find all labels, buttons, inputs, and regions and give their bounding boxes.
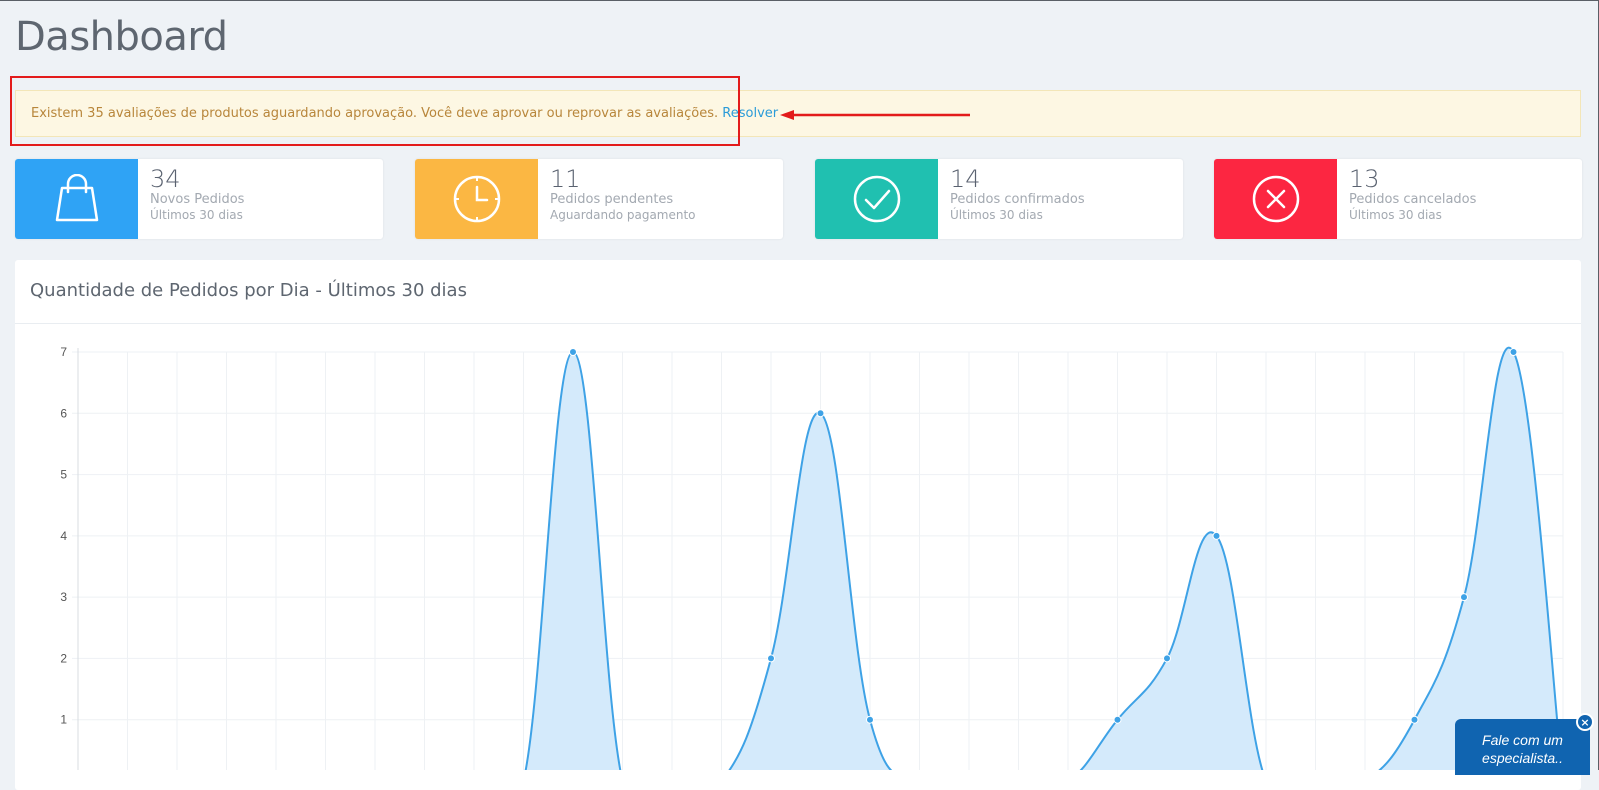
chat-close-button[interactable]: × [1576, 713, 1594, 731]
chart-y-tick-label: 2 [60, 651, 67, 665]
chart-data-point [1212, 531, 1221, 540]
chart-y-tick-label: 3 [60, 590, 67, 604]
orders-per-day-chart: 1 2 3 4 5 6 7 [60, 345, 1564, 770]
chat-widget-label: Fale com um especialista.. [1482, 732, 1563, 766]
chart-data-point [1460, 593, 1468, 602]
chart-data-point [569, 348, 577, 356]
chart-y-tick-label: 7 [60, 345, 67, 359]
chart-y-tick-label: 5 [60, 468, 67, 482]
chart-data-point [816, 409, 825, 418]
chart-data-point [1410, 715, 1419, 724]
chart-y-tick-label: 6 [60, 406, 67, 420]
chart-y-tick-label: 4 [60, 529, 67, 543]
chart-data-point [1509, 348, 1518, 356]
chart-data-point [1113, 715, 1122, 724]
chat-widget[interactable]: Fale com um especialista.. [1455, 719, 1590, 775]
chart-y-tick-label: 1 [60, 713, 67, 727]
chart-data-point [866, 715, 874, 724]
chart-data-point [767, 654, 775, 663]
chart-data-point [1163, 654, 1171, 663]
